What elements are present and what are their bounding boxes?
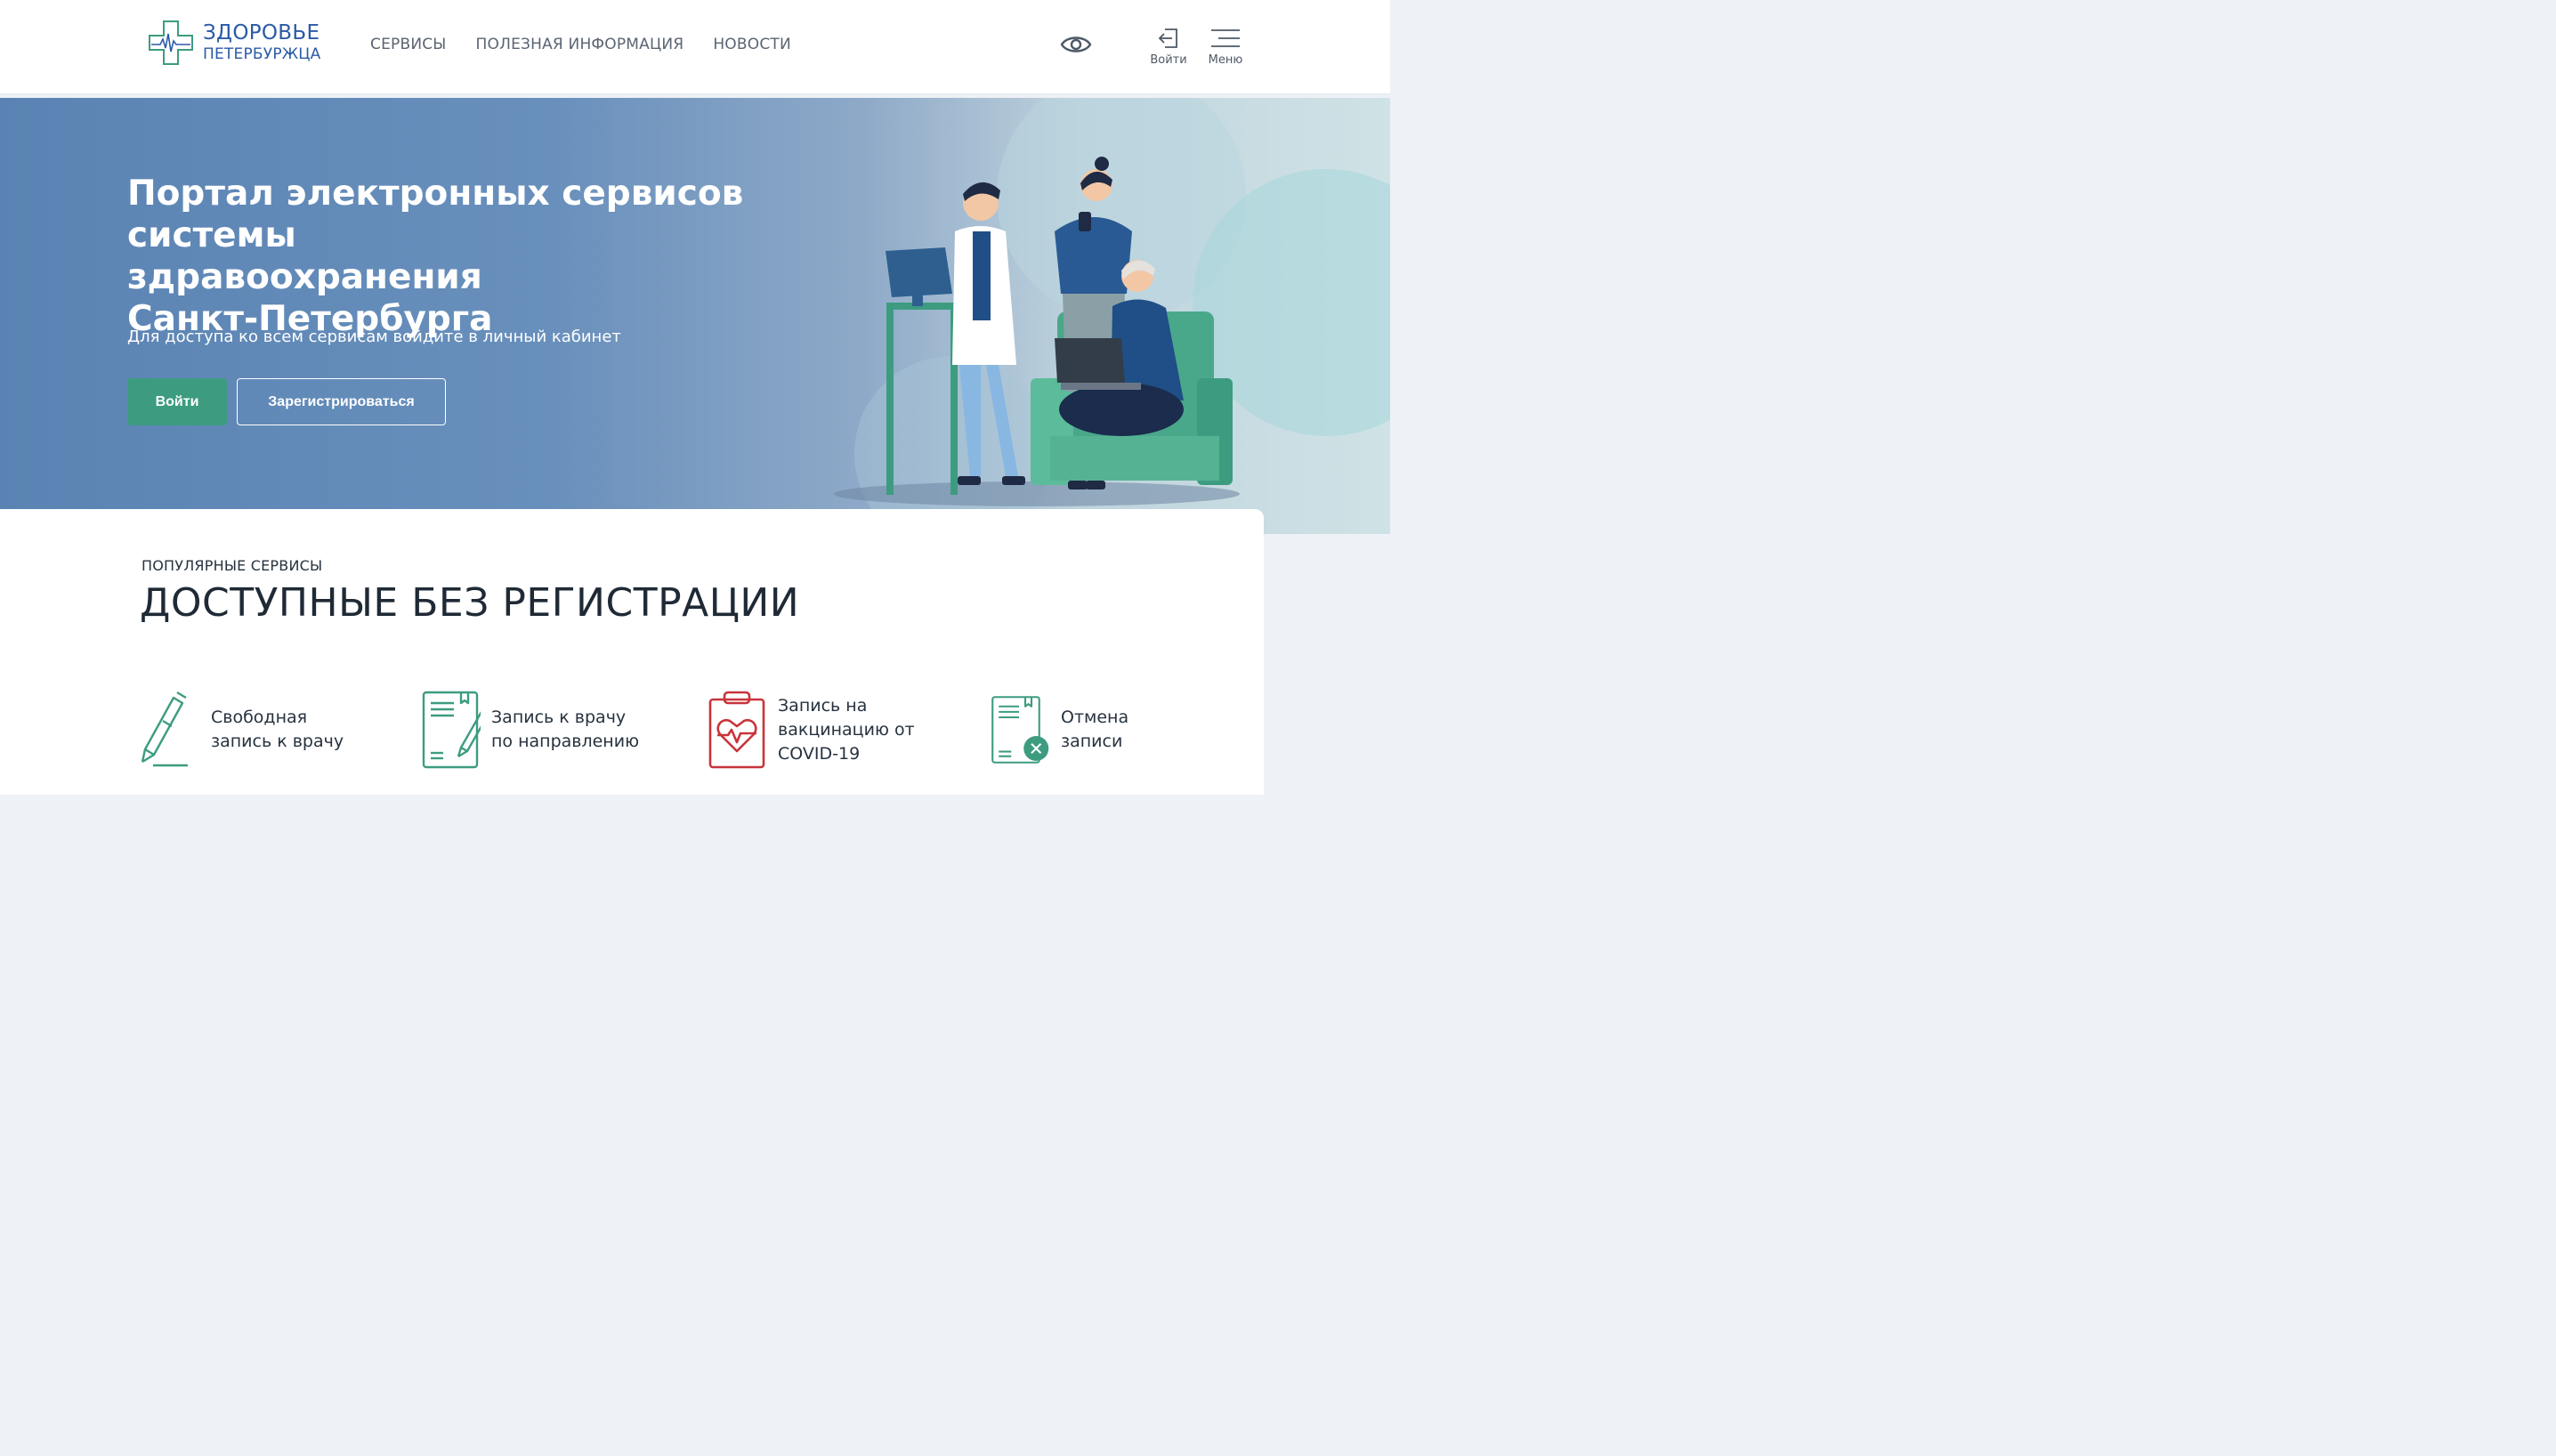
header-menu-button[interactable]: Меню xyxy=(1203,27,1248,67)
logo-title: ЗДОРОВЬЕ xyxy=(203,21,320,44)
hero-login-button[interactable]: Войти xyxy=(127,378,227,425)
site-logo[interactable]: ЗДОРОВЬЕ ПЕТЕРБУРЖЦА xyxy=(148,20,321,66)
document-pen-icon xyxy=(422,691,481,769)
main-nav: СЕРВИСЫ ПОЛЕЗНАЯ ИНФОРМАЦИЯ НОВОСТИ xyxy=(370,36,791,53)
eye-icon[interactable] xyxy=(1059,32,1093,57)
hero-banner: Портал электронных сервисов системы здра… xyxy=(0,98,1390,534)
hamburger-icon xyxy=(1211,29,1240,47)
document-cancel-icon xyxy=(991,696,1049,764)
service-referral-appointment[interactable]: Запись к врачу по направлению xyxy=(418,689,639,771)
header-login-label: Войти xyxy=(1150,53,1187,67)
nav-news[interactable]: НОВОСТИ xyxy=(713,36,791,53)
popular-services: ПОПУЛЯРНЫЕ СЕРВИСЫ ДОСТУПНЫЕ БЕЗ РЕГИСТР… xyxy=(0,509,1264,795)
clipboard-heart-icon xyxy=(708,691,765,769)
header-menu-label: Меню xyxy=(1208,53,1243,67)
service-cancel-appointment[interactable]: Отмена записи xyxy=(988,689,1128,771)
hero-title: Портал электронных сервисов системы здра… xyxy=(127,174,744,339)
site-header: ЗДОРОВЬЕ ПЕТЕРБУРЖЦА СЕРВИСЫ ПОЛЕЗНАЯ ИН… xyxy=(0,0,1390,94)
header-login-button[interactable]: Войти xyxy=(1146,27,1191,67)
section-kicker: ПОПУЛЯРНЫЕ СЕРВИСЫ xyxy=(142,557,323,574)
floor-shadow xyxy=(834,481,1240,506)
hero-register-button[interactable]: Зарегистрироваться xyxy=(237,378,446,425)
hero-subtitle: Для доступа ко всем сервисам войдите в л… xyxy=(127,328,621,346)
service-free-appointment[interactable]: Свободная запись к врачу xyxy=(138,689,344,771)
logo-subtitle: ПЕТЕРБУРЖЦА xyxy=(203,45,321,63)
pen-icon xyxy=(141,691,188,767)
hero-illustration xyxy=(834,98,1390,534)
login-icon xyxy=(1158,28,1177,48)
service-covid-vaccination[interactable]: Запись на вакцинацию от COVID-19 xyxy=(705,689,915,771)
section-title: ДОСТУПНЫЕ БЕЗ РЕГИСТРАЦИИ xyxy=(140,580,800,626)
nav-services[interactable]: СЕРВИСЫ xyxy=(370,36,447,53)
nav-useful-info[interactable]: ПОЛЕЗНАЯ ИНФОРМАЦИЯ xyxy=(476,36,684,53)
medical-cross-logo-icon xyxy=(149,20,193,65)
